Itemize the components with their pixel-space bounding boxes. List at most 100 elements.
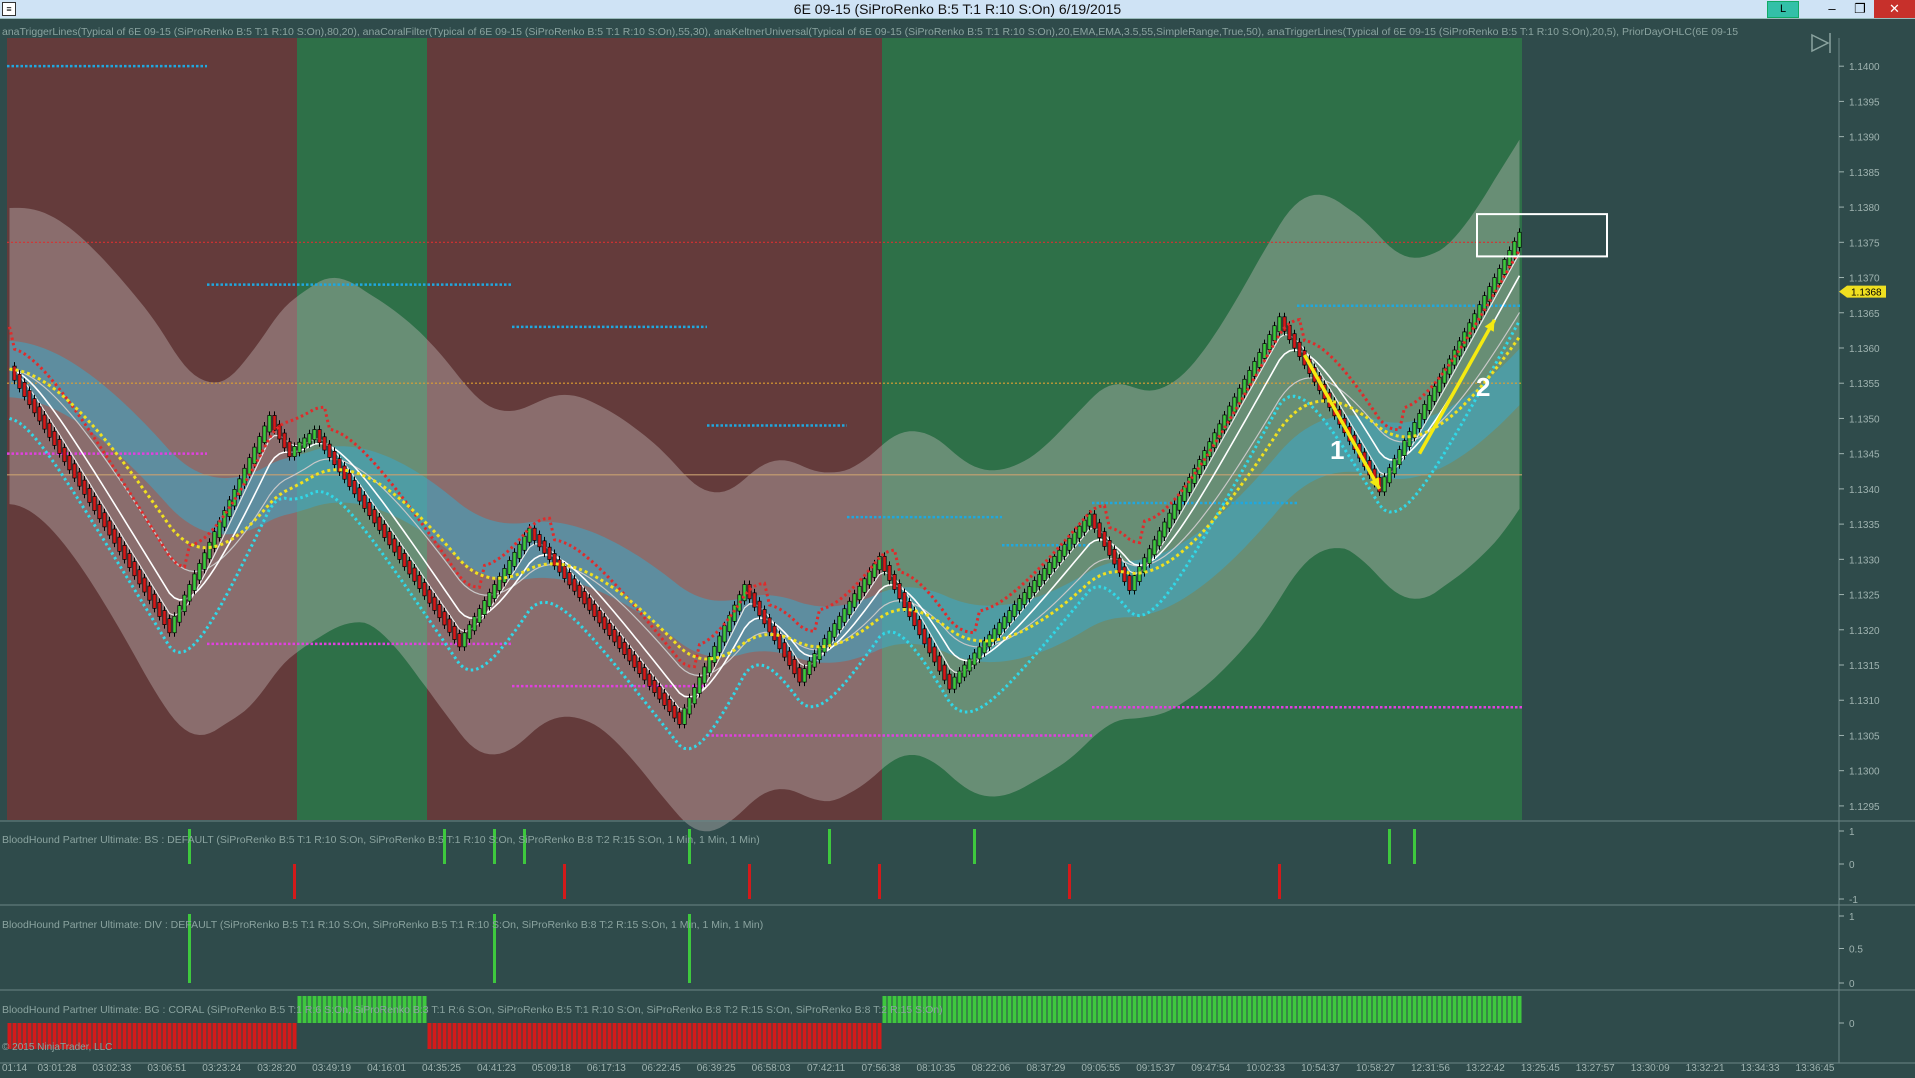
bg-bar [1452,996,1457,1023]
bg-bar [612,1023,617,1049]
up-bar [517,543,522,559]
down-bar [412,567,417,582]
up-bar [857,585,862,601]
bg-bar [1437,996,1442,1023]
bg-bar [1322,996,1327,1023]
down-bar [757,600,762,616]
bg-bar [187,1023,192,1049]
bg-bar [477,1023,482,1049]
bg-bar [562,1023,567,1049]
bg-bar [1262,996,1267,1023]
bg-bar [532,1023,537,1049]
bg-bar [1517,996,1522,1023]
last-price-marker: 1.1368 [1839,285,1886,299]
bg-bar [1027,996,1032,1023]
x-tick-label: 13:36:45 [1796,1063,1835,1074]
down-bar [362,494,367,509]
bg-bar [242,1023,247,1049]
down-bar [117,536,122,552]
bg-bar [247,1023,252,1049]
up-bar [1267,334,1272,350]
bg-bar [1087,996,1092,1023]
up-bar [242,467,247,486]
bg-bar [707,1023,712,1049]
up-bar [952,676,957,690]
y-tick-label: 1.1315 [1849,661,1880,672]
up-bar [172,615,177,634]
down-bar [107,520,112,536]
up-bar [1182,486,1187,502]
bg-bar [732,1023,737,1049]
down-bar [17,373,22,389]
x-tick-label: 06:17:13 [587,1063,626,1074]
bg-bar [1507,996,1512,1023]
bg-bar [1247,996,1252,1023]
up-bar [1397,449,1402,466]
down-bar [62,447,67,463]
up-bar [262,425,267,443]
down-bar [417,574,422,589]
bg-bar [972,996,977,1023]
up-bar [1177,494,1182,511]
up-bar [1037,574,1042,587]
bg-bar [182,1023,187,1049]
x-tick-label: 08:10:35 [917,1063,956,1074]
down-bar [607,622,612,636]
down-bar [677,711,682,725]
up-bar [1432,385,1437,402]
link-badge[interactable]: L [1767,1,1799,18]
down-bar [587,597,592,611]
up-bar [192,573,197,591]
maximize-button[interactable]: ❐ [1846,0,1874,18]
bg-bar [1177,996,1182,1023]
bg-bar [1002,996,1007,1023]
down-bar [767,617,772,633]
bg-bar [1157,996,1162,1023]
down-bar [12,365,17,381]
down-bar [97,504,102,520]
bg-bar [1342,996,1347,1023]
bg-bar [1387,996,1392,1023]
bg-bar [557,1023,562,1049]
bg-bar [252,1023,257,1049]
bg-bar [962,996,967,1023]
down-bar [452,625,457,640]
bg-bar [1307,996,1312,1023]
bg-bar [1227,996,1232,1023]
bg-bar [807,1023,812,1049]
down-bar [127,553,132,568]
up-bar [962,664,967,678]
down-bar [572,578,577,592]
bg-bar [847,1023,852,1049]
bg-bar [227,1023,232,1049]
up-bar [207,541,212,560]
up-bar [1047,562,1052,575]
down-bar [27,390,32,406]
up-bar [477,608,482,624]
bg-bar [127,1023,132,1049]
chart-canvas[interactable]: 1.1400 1.1395 1.1390 1.1385 1.1380 1.1375 1.13… [0,19,1915,1078]
down-bar [112,528,117,544]
up-bar [1427,394,1432,411]
bg-bar [217,1023,222,1049]
minimize-button[interactable]: – [1818,0,1846,18]
up-bar [1407,431,1412,447]
bs-signal [1388,829,1391,864]
x-tick-label: 10:54:37 [1301,1063,1340,1074]
x-tick-label: 09:47:54 [1191,1063,1230,1074]
up-bar [807,660,812,675]
bg-bar [1022,996,1027,1023]
down-bar [792,659,797,675]
x-tick-label: 06:22:45 [642,1063,681,1074]
bg-bar [1222,996,1227,1023]
bg-bar [572,1023,577,1049]
down-bar [287,441,292,458]
down-bar [947,673,952,690]
bg-bar [747,1023,752,1049]
close-button[interactable]: ✕ [1874,0,1915,18]
bg-bar [1457,996,1462,1023]
up-bar [1132,575,1137,591]
bg-bar [1377,996,1382,1023]
up-bar [1417,413,1422,429]
bg-bar [482,1023,487,1049]
